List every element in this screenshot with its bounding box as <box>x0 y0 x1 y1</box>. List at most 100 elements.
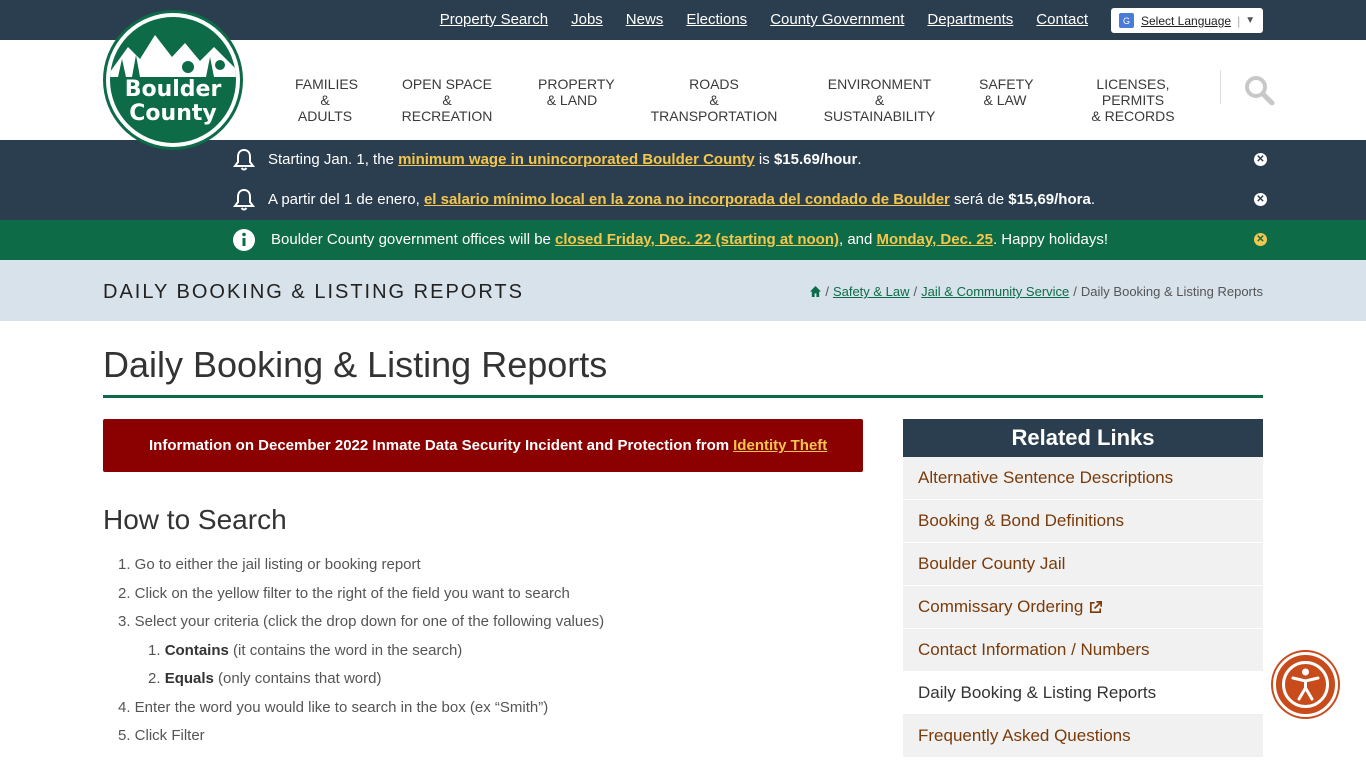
info-icon <box>233 229 255 251</box>
alert-text-post: . Happy holidays! <box>992 231 1109 248</box>
nav-families-adults[interactable]: FAMILIES & ADULTS <box>295 76 359 124</box>
list-item: 3. Select your criteria (click the drop … <box>118 613 605 630</box>
nav-label-line2: & SUSTAINABILITY <box>823 92 936 124</box>
alert-text: Starting Jan. 1, the minimum wage in uni… <box>268 151 861 168</box>
list-item: 5. Click Filter <box>118 727 205 744</box>
nav-label-line2: & RECORDS <box>1091 108 1175 124</box>
bell-icon <box>233 188 255 211</box>
close-alert-button[interactable]: ✕ <box>1254 193 1267 206</box>
search-button[interactable] <box>1243 74 1275 106</box>
nav-label-line1: PROPERTY <box>538 76 615 92</box>
salario-minimo-link[interactable]: el salario mínimo local en la zona no in… <box>424 191 950 208</box>
language-selector[interactable]: G Select Language | ▼ <box>1111 8 1263 33</box>
related-link-faq[interactable]: Frequently Asked Questions <box>903 715 1263 758</box>
departments-link[interactable]: Departments <box>927 11 1013 28</box>
nav-label-line2: & ADULTS <box>297 92 353 124</box>
property-search-link[interactable]: Property Search <box>440 11 548 28</box>
alert-text-post: . <box>857 151 862 168</box>
section-heading: DAILY BOOKING & LISTING REPORTS <box>103 281 524 303</box>
list-item: 1. Go to either the jail listing or book… <box>118 556 421 573</box>
accessibility-icon <box>1282 661 1329 708</box>
close-alert-button[interactable]: ✕ <box>1254 153 1267 166</box>
alert-wage-amount: $15,69/hora <box>1008 191 1091 208</box>
related-link-label: Alternative Sentence Descriptions <box>918 468 1174 487</box>
alert-text: Boulder County government offices will b… <box>271 231 1108 248</box>
nav-safety-law[interactable]: SAFETY & LAW <box>979 76 1034 108</box>
nav-open-space-recreation[interactable]: OPEN SPACE & RECREATION <box>400 76 494 124</box>
sub-item-number: 2. <box>148 670 165 687</box>
sub-item-term: Contains <box>164 641 229 659</box>
monday-dec-25-link[interactable]: Monday, Dec. 25 <box>877 231 993 248</box>
nav-environment-sustainability[interactable]: ENVIRONMENT & SUSTAINABILITY <box>822 76 937 124</box>
nav-property-land[interactable]: PROPERTY & LAND <box>538 76 615 108</box>
related-link-commissary-ordering[interactable]: Commissary Ordering <box>903 586 1263 629</box>
breadcrumb-safety-law[interactable]: Safety & Law <box>833 284 910 299</box>
logo-text-line1: Boulder <box>124 77 222 102</box>
sub-item-description: (only contains that word) <box>213 670 382 687</box>
sub-list-item: 1. Contains (it contains the word in the… <box>118 637 604 666</box>
close-alert-button[interactable]: ✕ <box>1254 233 1267 246</box>
page-title-band: DAILY BOOKING & LISTING REPORTS / Safety… <box>0 260 1366 321</box>
accessibility-button[interactable] <box>1273 652 1338 717</box>
translate-icon: G <box>1119 13 1134 28</box>
nav-label-line1: SAFETY <box>979 76 1034 92</box>
alert-minimum-wage-es: A partir del 1 de enero, el salario míni… <box>0 180 1366 220</box>
sub-item-term: Equals <box>164 670 214 687</box>
jobs-link[interactable]: Jobs <box>571 11 603 28</box>
alert-text-mid: será de <box>949 191 1009 208</box>
breadcrumb-jail-community-service[interactable]: Jail & Community Service <box>921 284 1069 299</box>
minimum-wage-link[interactable]: minimum wage in unincorporated Boulder C… <box>398 151 755 168</box>
nav-label-line1: OPEN SPACE <box>402 76 492 92</box>
related-link-alternative-sentence[interactable]: Alternative Sentence Descriptions <box>903 457 1263 500</box>
breadcrumb-separator: / <box>825 284 829 299</box>
external-link-icon <box>1090 600 1103 613</box>
notice-text: Information on December 2022 Inmate Data… <box>149 437 730 454</box>
list-item: 4. Enter the word you would like to sear… <box>118 698 549 716</box>
breadcrumb-separator: / <box>1073 284 1077 299</box>
nav-roads-transportation[interactable]: ROADS & TRANSPORTATION <box>650 76 778 124</box>
elections-link[interactable]: Elections <box>686 11 747 28</box>
boulder-county-logo[interactable]: Boulder County <box>103 10 243 150</box>
alert-text-pre: Starting Jan. 1, the <box>268 151 399 168</box>
identity-theft-link[interactable]: Identity Theft <box>733 437 827 454</box>
page-title: Daily Booking & Listing Reports <box>103 344 608 385</box>
related-link-contact-information[interactable]: Contact Information / Numbers <box>903 629 1263 672</box>
dropdown-arrow-icon: ▼ <box>1245 15 1256 26</box>
alert-text-post: . <box>1090 191 1095 208</box>
nav-licenses-permits-records[interactable]: LICENSES, PERMITS & RECORDS <box>1072 76 1194 124</box>
bell-icon <box>233 148 255 171</box>
alert-text-mid: is <box>754 151 774 168</box>
utility-links: Property Search Jobs News Elections Coun… <box>417 11 1088 28</box>
nav-label-line1: FAMILIES <box>295 76 359 92</box>
nav-label-line1: LICENSES, PERMITS <box>1096 76 1170 108</box>
logo-badge: Boulder County <box>110 17 236 143</box>
nav-divider <box>1220 70 1221 104</box>
contact-link[interactable]: Contact <box>1036 11 1088 28</box>
home-icon[interactable] <box>810 286 822 297</box>
county-government-link[interactable]: County Government <box>770 11 904 28</box>
alert-text: A partir del 1 de enero, el salario míni… <box>268 191 1095 208</box>
list-item: 2. Click on the yellow filter to the rig… <box>118 584 570 602</box>
related-link-label: Booking & Bond Definitions <box>918 511 1125 530</box>
search-icon <box>1245 76 1275 106</box>
nav-label-line2: & TRANSPORTATION <box>650 92 778 124</box>
sub-item-number: 1. <box>148 641 165 659</box>
breadcrumb-current: Daily Booking & Listing Reports <box>1080 284 1263 299</box>
related-link-daily-booking-current[interactable]: Daily Booking & Listing Reports <box>903 672 1263 715</box>
search-steps-list: 1. Go to either the jail listing or book… <box>118 551 604 751</box>
related-link-boulder-county-jail[interactable]: Boulder County Jail <box>903 543 1263 586</box>
related-link-label: Daily Booking & Listing Reports <box>918 683 1157 702</box>
sub-item-description: (it contains the word in the search) <box>228 641 463 659</box>
related-link-booking-bond[interactable]: Booking & Bond Definitions <box>903 500 1263 543</box>
nav-label-line2: & RECREATION <box>401 92 493 124</box>
language-divider: | <box>1237 13 1241 28</box>
sub-list-item: 2. Equals (only contains that word) <box>118 665 604 694</box>
alert-text-pre: A partir del 1 de enero, <box>268 191 424 208</box>
alert-wage-amount: $15.69/hour <box>773 151 858 168</box>
logo-text-line2: County <box>129 101 217 126</box>
nav-label-line1: ENVIRONMENT <box>827 76 932 92</box>
breadcrumb: / Safety & Law / Jail & Community Servic… <box>810 284 1263 299</box>
closed-friday-link[interactable]: closed Friday, Dec. 22 (starting at noon… <box>555 231 839 248</box>
alert-text-pre: Boulder County government offices will b… <box>271 231 556 248</box>
news-link[interactable]: News <box>626 11 664 28</box>
